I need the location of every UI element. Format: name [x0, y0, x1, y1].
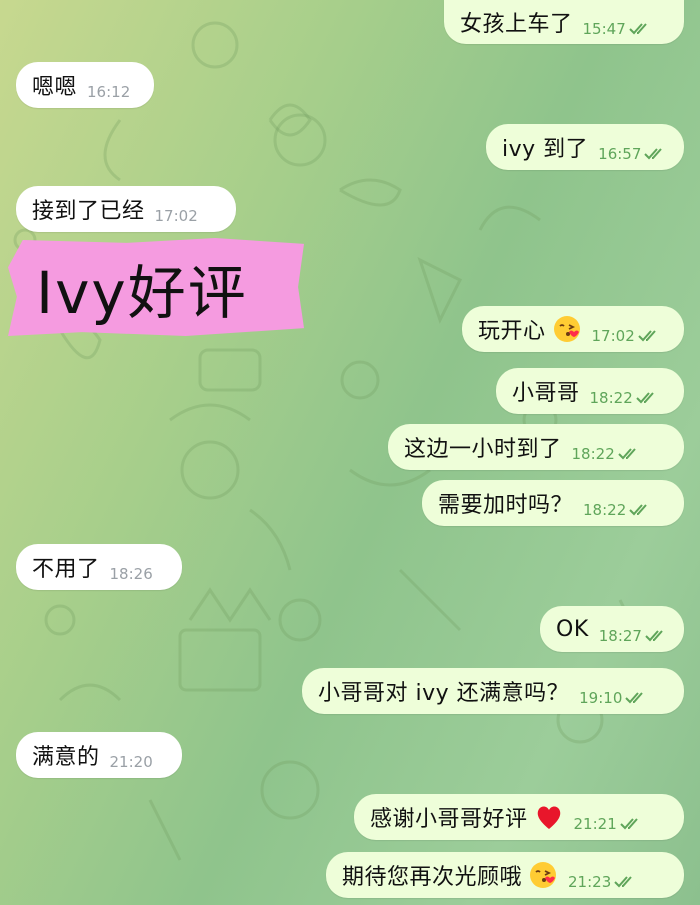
message-time: 17:02: [154, 207, 198, 225]
message-bubble-outgoing[interactable]: ivy 到了 16:57: [486, 124, 684, 170]
message-text: 玩开心: [478, 319, 546, 344]
message-time: 18:22: [571, 445, 615, 463]
kiss-face-emoji: [553, 316, 580, 342]
double-check-icon: [638, 330, 656, 342]
message-bubble-outgoing[interactable]: 这边一小时到了 18:22: [388, 424, 684, 470]
message-time: 18:27: [598, 627, 642, 645]
message-bubble-outgoing[interactable]: 小哥哥 18:22: [496, 368, 684, 414]
message-text: 小哥哥对 ivy 还满意吗？: [318, 681, 570, 706]
message-text: 不用了: [32, 557, 100, 582]
double-check-icon: [620, 818, 638, 830]
message-bubble-incoming[interactable]: 嗯嗯 16:12: [16, 62, 154, 108]
message-text: 女孩上车了: [460, 12, 573, 37]
message-text: ivy 到了: [502, 137, 589, 162]
message-time: 18:22: [589, 389, 633, 407]
double-check-icon: [636, 392, 654, 404]
message-bubble-outgoing[interactable]: 需要加时吗？ 18:22: [422, 480, 684, 526]
message-time: 17:02: [591, 327, 635, 345]
message-text: 感谢小哥哥好评: [370, 807, 528, 832]
message-bubble-outgoing[interactable]: 女孩上车了 15:47: [444, 0, 684, 44]
message-bubble-outgoing[interactable]: 玩开心 17:02: [462, 306, 684, 352]
double-check-icon: [629, 23, 647, 35]
message-text: OK: [556, 616, 589, 642]
message-text: 期待您再次光顾哦: [342, 865, 523, 890]
sticker-text: Ivy好评: [36, 259, 248, 327]
message-bubble-outgoing[interactable]: 小哥哥对 ivy 还满意吗？ 19:10: [302, 668, 684, 714]
message-time: 18:26: [109, 565, 153, 583]
message-time: 18:22: [583, 501, 627, 519]
message-time: 19:10: [579, 689, 623, 707]
message-time: 15:47: [582, 20, 626, 38]
message-bubble-outgoing[interactable]: 感谢小哥哥好评 21:21: [354, 794, 684, 840]
message-text: 接到了已经: [32, 199, 145, 224]
message-text: 这边一小时到了: [404, 437, 562, 462]
double-check-icon: [644, 148, 663, 160]
message-time: 21:20: [109, 753, 153, 771]
double-check-icon: [629, 504, 647, 516]
kiss-face-emoji: [530, 862, 557, 888]
message-bubble-outgoing[interactable]: 期待您再次光顾哦 21:23: [326, 852, 684, 898]
double-check-icon: [625, 692, 644, 704]
double-check-icon: [614, 876, 632, 888]
message-time: 21:23: [568, 873, 612, 891]
red-heart-emoji: [537, 806, 560, 829]
message-bubble-incoming[interactable]: 满意的 21:20: [16, 732, 182, 778]
message-text: 需要加时吗？: [438, 493, 574, 518]
message-bubble-incoming[interactable]: 不用了 18:26: [16, 544, 182, 590]
message-bubble-incoming[interactable]: 接到了已经 17:02: [16, 186, 236, 232]
double-check-icon: [618, 448, 636, 460]
message-text: 满意的: [32, 745, 100, 770]
message-time: 16:12: [87, 83, 131, 101]
message-time: 16:57: [598, 145, 642, 163]
message-bubble-outgoing[interactable]: OK 18:27: [540, 606, 684, 652]
message-text: 小哥哥: [512, 381, 580, 406]
message-time: 21:21: [573, 815, 617, 833]
double-check-icon: [645, 630, 663, 642]
message-text: 嗯嗯: [32, 75, 78, 100]
